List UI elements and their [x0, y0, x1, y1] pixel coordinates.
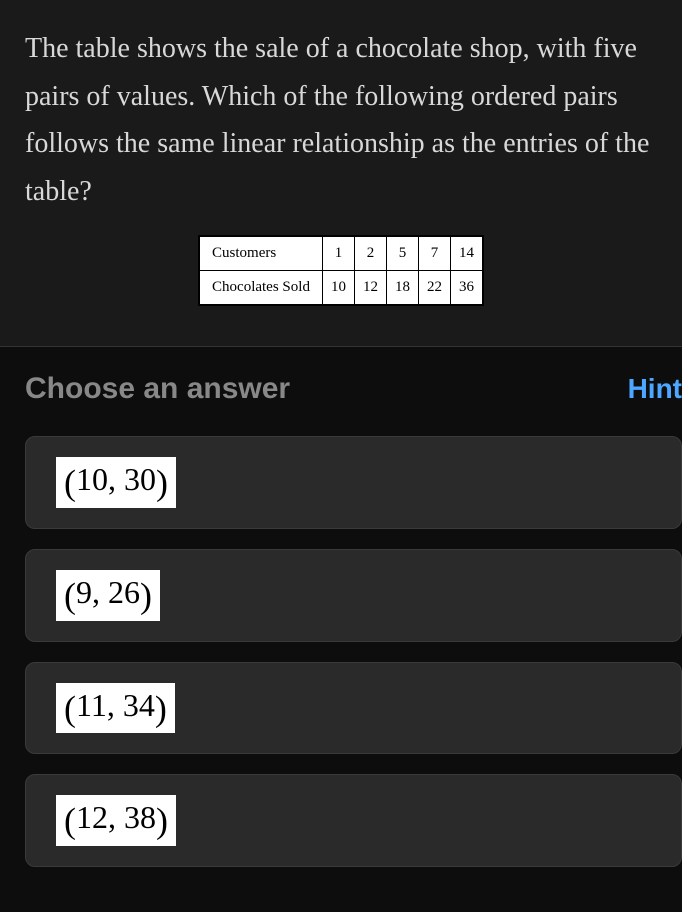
- customers-value: 5: [386, 236, 418, 271]
- ordered-pair: (11, 34): [56, 683, 175, 734]
- hint-link[interactable]: Hint: [628, 373, 682, 405]
- chocolates-value: 12: [354, 271, 386, 306]
- question-section: The table shows the sale of a chocolate …: [0, 0, 682, 346]
- chocolates-value: 36: [450, 271, 483, 306]
- chocolates-value: 22: [418, 271, 450, 306]
- ordered-pair: (9, 26): [56, 570, 160, 621]
- ordered-pair: (10, 30): [56, 457, 176, 508]
- customers-label: Customers: [199, 236, 322, 271]
- customers-value: 7: [418, 236, 450, 271]
- answer-option-a[interactable]: (10, 30): [25, 436, 682, 529]
- answer-option-c[interactable]: (11, 34): [25, 662, 682, 755]
- chocolates-label: Chocolates Sold: [199, 271, 322, 306]
- customers-value: 2: [354, 236, 386, 271]
- customers-value: 1: [322, 236, 354, 271]
- chocolates-value: 18: [386, 271, 418, 306]
- data-table: Customers 1 2 5 7 14 Chocolates Sold 10 …: [198, 235, 484, 306]
- table-row: Chocolates Sold 10 12 18 22 36: [199, 271, 483, 306]
- answer-header: Choose an answer Hint: [25, 372, 682, 406]
- answer-section: Choose an answer Hint (10, 30) (9, 26) (…: [0, 346, 682, 912]
- customers-value: 14: [450, 236, 483, 271]
- table-row: Customers 1 2 5 7 14: [199, 236, 483, 271]
- choose-answer-label: Choose an answer: [25, 372, 290, 406]
- answer-option-b[interactable]: (9, 26): [25, 549, 682, 642]
- question-text: The table shows the sale of a chocolate …: [25, 25, 657, 215]
- answer-option-d[interactable]: (12, 38): [25, 774, 682, 867]
- pair-text: 12, 38: [76, 799, 156, 835]
- table-container: Customers 1 2 5 7 14 Chocolates Sold 10 …: [25, 235, 657, 306]
- chocolates-value: 10: [322, 271, 354, 306]
- pair-text: 11, 34: [76, 687, 155, 723]
- pair-text: 9, 26: [76, 574, 140, 610]
- ordered-pair: (12, 38): [56, 795, 176, 846]
- pair-text: 10, 30: [76, 461, 156, 497]
